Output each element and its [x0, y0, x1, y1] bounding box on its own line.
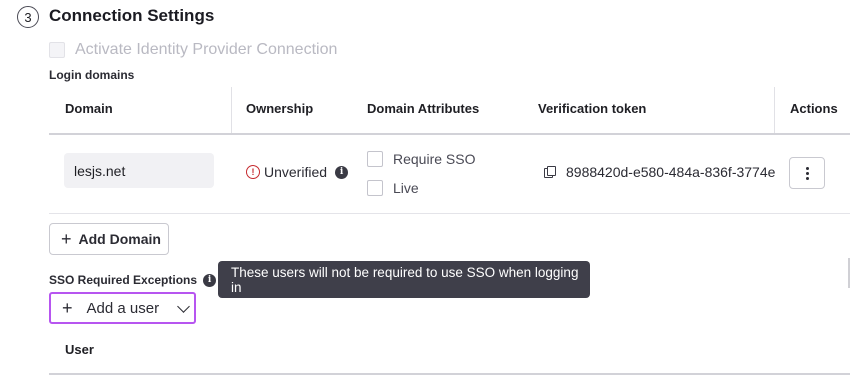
section-title: Connection Settings	[49, 6, 215, 25]
column-header-attributes: Domain Attributes	[367, 101, 480, 116]
sso-exceptions-tooltip: These users will not be required to use …	[218, 261, 590, 298]
require-sso-checkbox[interactable]	[367, 151, 383, 167]
verification-token-value: 8988420d-e580-484a-836f-3774e	[566, 164, 775, 180]
sso-exceptions-label: SSO Required Exceptions	[49, 273, 198, 287]
login-domains-label: Login domains	[49, 68, 135, 82]
column-divider	[231, 87, 232, 133]
column-header-ownership: Ownership	[246, 101, 314, 116]
live-option[interactable]: Live	[367, 180, 419, 196]
activate-connection-row: Activate Identity Provider Connection	[49, 41, 337, 59]
row-actions-button[interactable]	[789, 157, 825, 189]
plus-icon: +	[62, 298, 73, 318]
info-icon[interactable]: i	[203, 273, 217, 287]
column-divider	[774, 87, 775, 133]
live-checkbox[interactable]	[367, 180, 383, 196]
require-sso-label: Require SSO	[393, 151, 476, 167]
require-sso-option[interactable]: Require SSO	[367, 151, 475, 167]
live-label: Live	[393, 180, 419, 196]
table-header-divider	[49, 133, 850, 135]
step-number: 3	[17, 6, 39, 28]
column-header-actions: Actions	[790, 101, 838, 116]
add-user-dropdown[interactable]: + Add a user	[49, 292, 196, 324]
kebab-menu-icon	[805, 166, 809, 170]
table-row-divider	[49, 213, 850, 214]
info-icon[interactable]: i	[335, 165, 349, 179]
column-header-user: User	[65, 342, 94, 357]
add-user-label: Add a user	[86, 299, 160, 317]
warning-circle-icon: !	[246, 165, 260, 179]
verification-token: 8988420d-e580-484a-836f-3774e	[544, 164, 775, 180]
domain-value: lesjs.net	[64, 153, 214, 188]
add-domain-label: Add Domain	[78, 231, 161, 247]
sso-exceptions-label-row: SSO Required Exceptions i	[49, 273, 217, 287]
activate-connection-checkbox[interactable]	[49, 42, 65, 58]
ownership-status-label: Unverified	[264, 164, 328, 180]
ownership-status: ! Unverified i	[246, 164, 349, 180]
copy-icon[interactable]	[544, 166, 556, 178]
column-header-token: Verification token	[538, 101, 647, 116]
plus-icon: +	[61, 229, 72, 249]
add-domain-button[interactable]: + Add Domain	[49, 223, 169, 255]
column-header-domain: Domain	[65, 101, 113, 116]
activate-connection-label: Activate Identity Provider Connection	[75, 41, 338, 58]
chevron-down-icon	[177, 299, 190, 313]
